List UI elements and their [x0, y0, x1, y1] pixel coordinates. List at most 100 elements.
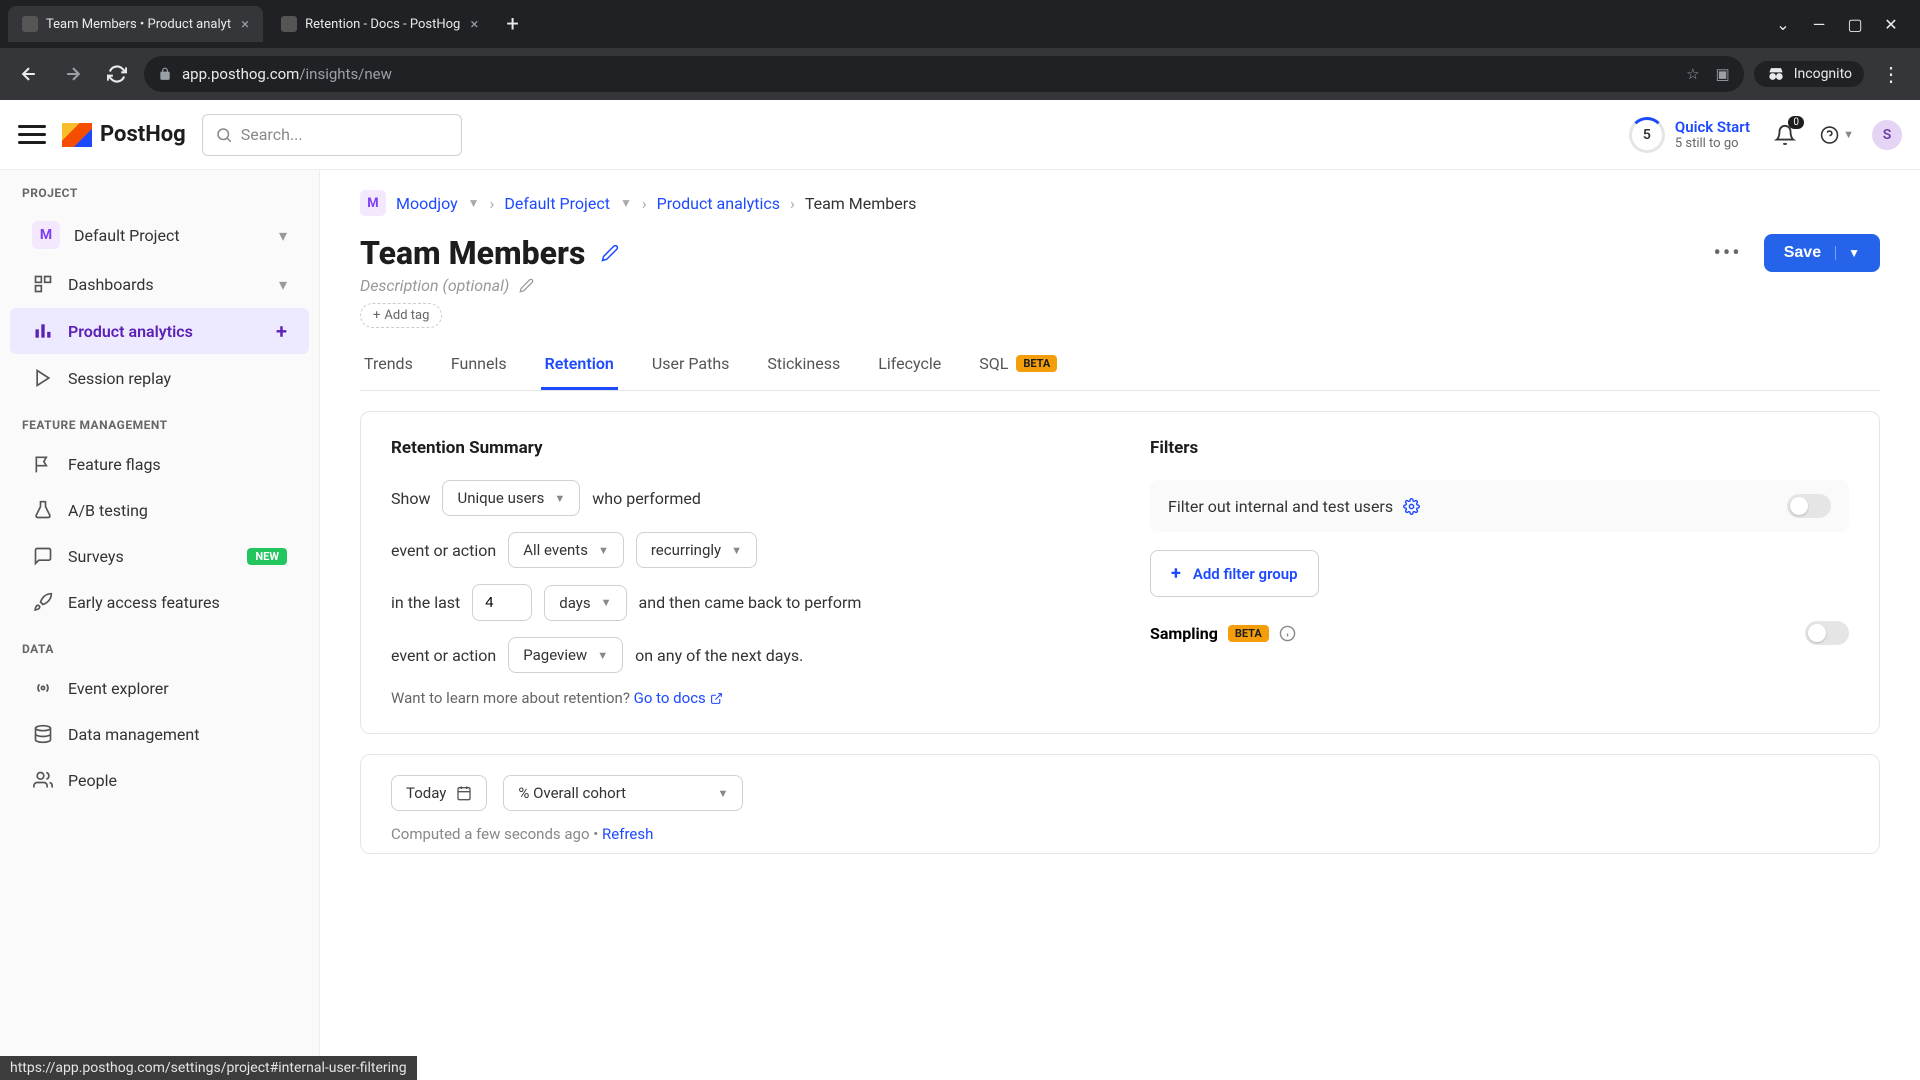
sidebar: PROJECT M Default Project ▾ Dashboards ▾… — [0, 100, 320, 1080]
go-to-docs-link[interactable]: Go to docs — [634, 689, 723, 707]
refresh-link[interactable]: Refresh — [602, 825, 653, 843]
tab-stickiness[interactable]: Stickiness — [763, 340, 844, 390]
date-range-select[interactable]: Today — [391, 775, 487, 811]
save-button[interactable]: Save ▼ — [1764, 234, 1880, 272]
browser-tab[interactable]: Retention - Docs - PostHog × — [267, 6, 492, 42]
install-icon[interactable]: ▣ — [1716, 65, 1730, 83]
sidebar-item-early-access[interactable]: Early access features — [10, 580, 309, 624]
browser-status-bar: https://app.posthog.com/settings/project… — [0, 1056, 417, 1080]
help-icon — [1820, 124, 1839, 146]
avatar[interactable]: S — [1872, 120, 1902, 150]
incognito-icon — [1766, 64, 1786, 84]
sampling-label: Sampling — [1150, 624, 1218, 643]
sidebar-item-product-analytics[interactable]: Product analytics + — [10, 308, 309, 354]
filter-internal-label: Filter out internal and test users — [1168, 497, 1393, 516]
retention-summary-col: Retention Summary Show Unique users▼ who… — [391, 438, 1090, 707]
chevron-down-icon[interactable]: ▼ — [1835, 246, 1860, 260]
recurrence-select[interactable]: recurringly▼ — [636, 532, 757, 568]
breadcrumb-section[interactable]: Product analytics — [657, 194, 780, 213]
retention-config-card: Retention Summary Show Unique users▼ who… — [360, 411, 1880, 734]
sidebar-item-event-explorer[interactable]: Event explorer — [10, 666, 309, 710]
tab-close-icon[interactable]: × — [241, 15, 249, 33]
tab-user-paths[interactable]: User Paths — [648, 340, 734, 390]
sidebar-item-ab-testing[interactable]: A/B testing — [10, 488, 309, 532]
sidebar-item-dashboards[interactable]: Dashboards ▾ — [10, 262, 309, 306]
sidebar-item-label: Dashboards — [68, 275, 154, 294]
star-icon[interactable]: ☆ — [1686, 65, 1699, 83]
sidebar-item-label: Product analytics — [68, 322, 193, 341]
sidebar-item-people[interactable]: People — [10, 758, 309, 802]
sidebar-item-data-management[interactable]: Data management — [10, 712, 309, 756]
browser-menu-icon[interactable]: ⋮ — [1874, 57, 1908, 91]
chevron-down-icon: ▼ — [598, 544, 609, 557]
plus-icon[interactable]: + — [276, 319, 287, 343]
dashboard-icon — [32, 273, 54, 295]
sidebar-item-label: A/B testing — [68, 501, 148, 520]
external-link-icon — [710, 692, 723, 705]
forward-button[interactable] — [56, 57, 90, 91]
breadcrumb-org[interactable]: Moodjoy — [396, 194, 458, 213]
pencil-icon — [601, 244, 619, 262]
chevron-down-icon[interactable]: ⌄ — [1774, 15, 1792, 33]
maximize-icon[interactable]: ▢ — [1846, 15, 1864, 33]
menu-toggle-button[interactable] — [18, 121, 46, 149]
tab-close-icon[interactable]: × — [470, 15, 478, 33]
sidebar-item-session-replay[interactable]: Session replay — [10, 356, 309, 400]
breadcrumb-current: Team Members — [805, 194, 917, 213]
incognito-badge[interactable]: Incognito — [1754, 61, 1864, 87]
search-input[interactable]: Search... — [202, 114, 462, 156]
period-count-input[interactable] — [472, 584, 532, 621]
address-bar[interactable]: app.posthog.com/insights/new ☆ ▣ — [144, 56, 1744, 92]
filter-internal-users-row: Filter out internal and test users — [1150, 480, 1849, 532]
new-tab-button[interactable]: + — [496, 12, 528, 37]
results-card: Today % Overall cohort ▼ Computed a few … — [360, 754, 1880, 854]
sidebar-item-label: Event explorer — [68, 679, 169, 698]
first-event-select[interactable]: All events▼ — [508, 532, 624, 568]
logo[interactable]: PostHog — [62, 122, 186, 147]
help-button[interactable]: ▼ — [1820, 118, 1854, 152]
close-window-icon[interactable]: ✕ — [1882, 15, 1900, 33]
sidebar-section-data: DATA — [0, 626, 319, 664]
filter-settings-link[interactable] — [1403, 498, 1420, 515]
minimize-icon[interactable]: — — [1810, 15, 1828, 33]
more-actions-button[interactable]: ••• — [1705, 237, 1749, 270]
tab-funnels[interactable]: Funnels — [447, 340, 511, 390]
add-filter-group-button[interactable]: + Add filter group — [1150, 550, 1319, 597]
reload-button[interactable] — [100, 57, 134, 91]
new-badge: NEW — [247, 548, 287, 565]
tab-lifecycle[interactable]: Lifecycle — [874, 340, 945, 390]
chevron-down-icon[interactable]: ▼ — [620, 196, 632, 210]
chevron-down-icon[interactable]: ▼ — [468, 196, 480, 210]
description-field[interactable]: Description (optional) — [360, 276, 1880, 295]
browser-tab-active[interactable]: Team Members • Product analyt × — [8, 6, 263, 42]
sidebar-item-label: Session replay — [68, 369, 171, 388]
computed-status: Computed a few seconds ago • Refresh — [391, 825, 1849, 843]
chevron-right-icon: › — [642, 194, 647, 213]
people-icon — [32, 769, 54, 791]
sidebar-section-feature: FEATURE MANAGEMENT — [0, 402, 319, 440]
sampling-toggle[interactable] — [1805, 621, 1849, 645]
broadcast-icon — [32, 677, 54, 699]
add-tag-button[interactable]: + Add tag — [360, 303, 442, 328]
chat-icon — [32, 545, 54, 567]
return-event-select[interactable]: Pageview▼ — [508, 637, 623, 673]
play-icon — [32, 367, 54, 389]
edit-title-button[interactable] — [601, 244, 619, 262]
sidebar-project-picker[interactable]: M Default Project ▾ — [10, 210, 309, 260]
show-select[interactable]: Unique users▼ — [442, 480, 580, 516]
quick-start-button[interactable]: 5 Quick Start 5 still to go — [1629, 117, 1750, 153]
cohort-select[interactable]: % Overall cohort ▼ — [503, 775, 743, 811]
period-unit-select[interactable]: days▼ — [544, 585, 626, 621]
notifications-button[interactable]: 0 — [1768, 118, 1802, 152]
notification-badge: 0 — [1788, 116, 1804, 129]
sidebar-item-feature-flags[interactable]: Feature flags — [10, 442, 309, 486]
tab-trends[interactable]: Trends — [360, 340, 417, 390]
back-button[interactable] — [12, 57, 46, 91]
info-icon[interactable] — [1279, 625, 1296, 642]
filter-internal-toggle[interactable] — [1787, 494, 1831, 518]
tab-retention[interactable]: Retention — [541, 340, 618, 390]
breadcrumb-project[interactable]: Default Project — [504, 194, 610, 213]
logo-mark-icon — [62, 123, 92, 147]
sidebar-item-surveys[interactable]: Surveys NEW — [10, 534, 309, 578]
tab-sql[interactable]: SQLBETA — [975, 340, 1061, 390]
